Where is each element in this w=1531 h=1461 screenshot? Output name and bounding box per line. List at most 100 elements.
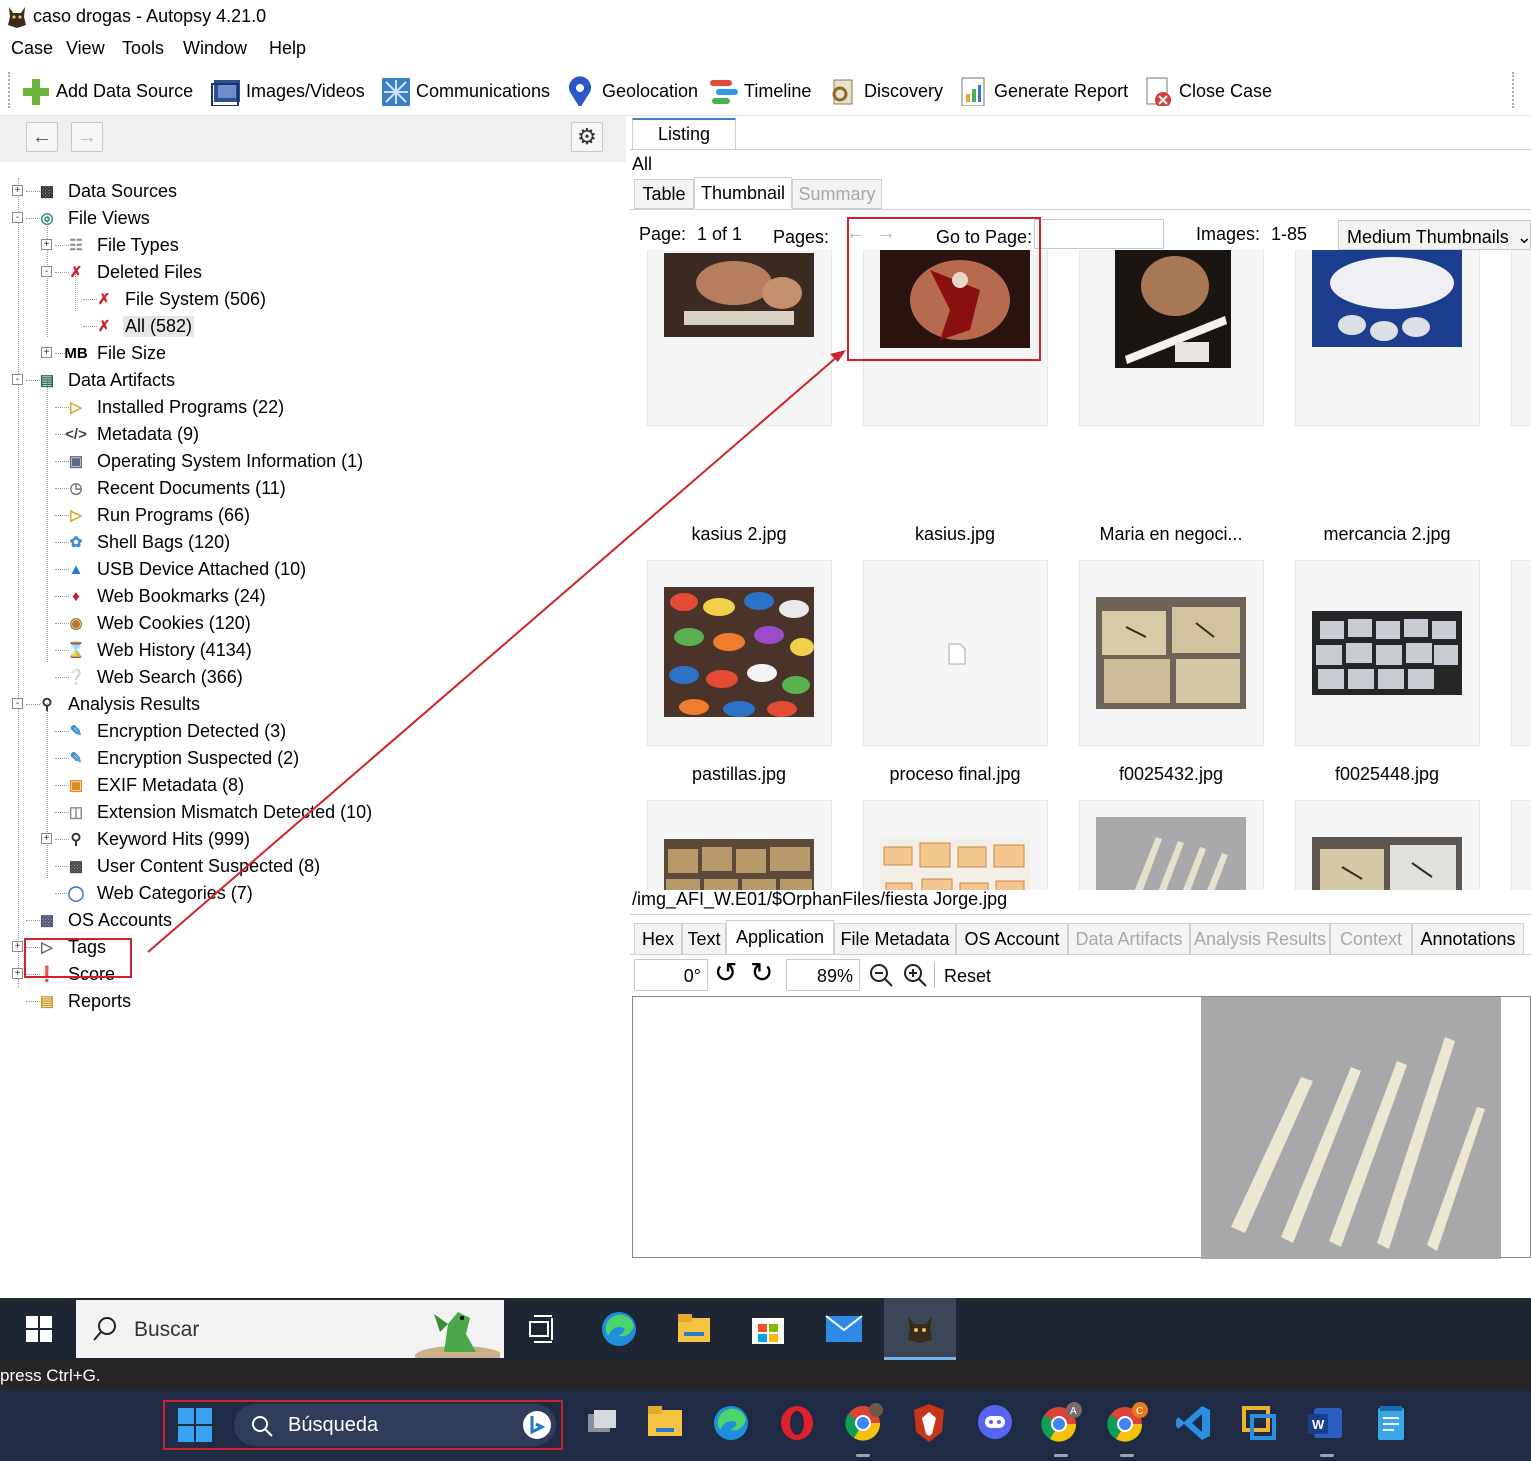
- communications-button[interactable]: Communications: [380, 74, 550, 108]
- notepad-icon[interactable]: [1374, 1404, 1408, 1442]
- windows11-start-icon[interactable]: [178, 1408, 212, 1442]
- tab-table[interactable]: Table: [634, 179, 694, 209]
- menu-case[interactable]: Case: [11, 38, 53, 59]
- thumbnail-cell[interactable]: [1511, 560, 1531, 746]
- tree-node[interactable]: ⌛ Web History (4134): [65, 637, 254, 663]
- tab-application[interactable]: Application: [726, 920, 834, 955]
- tree-node[interactable]: ✗ File System (506): [93, 286, 268, 312]
- add-data-source-button[interactable]: Add Data Source: [20, 74, 193, 108]
- images-videos-button[interactable]: Images/Videos: [210, 74, 365, 108]
- thumbnail-cell[interactable]: [1079, 560, 1264, 746]
- brave-icon[interactable]: [910, 1402, 948, 1444]
- tree-node[interactable]: ◉ Web Cookies (120): [65, 610, 253, 636]
- tree-node[interactable]: ▷ Run Programs (66): [65, 502, 252, 528]
- tree-node[interactable]: ▩ User Content Suspected (8): [65, 853, 322, 879]
- tree-expander[interactable]: +: [12, 968, 23, 979]
- tree-node[interactable]: ▩ Data Sources: [36, 178, 179, 204]
- thumbnail-cell[interactable]: [863, 800, 1048, 890]
- thumbnail-cell[interactable]: [1079, 800, 1264, 890]
- tree-node[interactable]: MB File Size: [64, 340, 168, 366]
- tree-node[interactable]: ◎ File Views: [36, 205, 152, 231]
- tree-expander[interactable]: +: [12, 185, 23, 196]
- back-button[interactable]: ←: [26, 122, 58, 152]
- generate-report-button[interactable]: Generate Report: [958, 74, 1128, 108]
- geolocation-button[interactable]: Geolocation: [566, 74, 698, 108]
- tree-expander[interactable]: -: [12, 374, 23, 385]
- win11-search-box[interactable]: Búsqueda: [234, 1404, 556, 1446]
- tree-node[interactable]: ⚲ Analysis Results: [36, 691, 202, 717]
- menu-tools[interactable]: Tools: [122, 38, 164, 59]
- tab-analysis-results[interactable]: Analysis Results: [1190, 923, 1330, 955]
- edge-icon[interactable]: [600, 1310, 638, 1348]
- tab-file-metadata[interactable]: File Metadata: [834, 923, 956, 955]
- tree-node[interactable]: ▷ Installed Programs (22): [65, 394, 286, 420]
- tree-expander[interactable]: +: [41, 347, 52, 358]
- settings-button[interactable]: ⚙: [571, 122, 603, 152]
- chrome-profile-a-icon[interactable]: A: [1040, 1402, 1082, 1444]
- tree-node[interactable]: ◯ Web Categories (7): [65, 880, 255, 906]
- zoom-out-icon[interactable]: [868, 962, 894, 988]
- forward-button[interactable]: →: [71, 122, 103, 152]
- thumbnail-cell[interactable]: [1295, 800, 1480, 890]
- reset-button[interactable]: Reset: [944, 966, 991, 987]
- tree-node[interactable]: ❔ Web Search (366): [65, 664, 245, 690]
- tree-node[interactable]: ✎ Encryption Detected (3): [65, 718, 288, 744]
- tree-node[interactable]: ▩ OS Accounts: [36, 907, 174, 933]
- splitter[interactable]: [630, 914, 1531, 915]
- tree-node[interactable]: ▲ USB Device Attached (10): [65, 556, 308, 582]
- tree-node[interactable]: ◷ Recent Documents (11): [65, 475, 288, 501]
- zoom-field[interactable]: 89%: [786, 959, 860, 991]
- tab-text[interactable]: Text: [682, 923, 726, 955]
- thumbnail-size-select[interactable]: Medium Thumbnails ⌄: [1338, 220, 1531, 250]
- vscode-icon[interactable]: [1174, 1404, 1212, 1442]
- tree-node[interactable]: </> Metadata (9): [65, 421, 201, 447]
- task-view-icon[interactable]: [528, 1314, 556, 1344]
- chrome-profile-icon[interactable]: [844, 1402, 884, 1442]
- thumbnail-cell[interactable]: [1079, 250, 1264, 426]
- file-explorer-icon[interactable]: [646, 1404, 684, 1438]
- opera-icon[interactable]: [778, 1404, 816, 1442]
- zoom-in-icon[interactable]: [902, 962, 928, 988]
- tree-expander[interactable]: +: [41, 239, 52, 250]
- tab-thumbnail[interactable]: Thumbnail: [694, 177, 792, 209]
- discovery-button[interactable]: Discovery: [828, 74, 943, 108]
- tree-node[interactable]: ⚲ Keyword Hits (999): [65, 826, 252, 852]
- tree-expander[interactable]: +: [41, 833, 52, 844]
- tree-node[interactable]: ✿ Shell Bags (120): [65, 529, 232, 555]
- microsoft-store-icon[interactable]: [750, 1310, 786, 1346]
- win10-search-box[interactable]: Buscar: [76, 1300, 504, 1358]
- window-manager-icon[interactable]: [1240, 1404, 1278, 1442]
- tree-node[interactable]: ▣ EXIF Metadata (8): [65, 772, 246, 798]
- menu-window[interactable]: Window: [183, 38, 247, 59]
- tree-node[interactable]: ✎ Encryption Suspected (2): [65, 745, 301, 771]
- chrome-profile-c-icon[interactable]: C: [1106, 1402, 1148, 1444]
- thumbnail-cell[interactable]: [863, 560, 1048, 746]
- timeline-button[interactable]: Timeline: [708, 74, 811, 108]
- tab-listing[interactable]: Listing: [632, 118, 736, 150]
- file-explorer-icon[interactable]: [676, 1312, 712, 1344]
- tab-os-account[interactable]: OS Account: [956, 923, 1068, 955]
- rotate-right-icon[interactable]: ↻: [750, 956, 773, 989]
- task-view-icon[interactable]: [584, 1406, 618, 1440]
- tree-node[interactable]: ♦ Web Bookmarks (24): [65, 583, 268, 609]
- edge-icon[interactable]: [712, 1404, 750, 1442]
- windows-start-icon[interactable]: [26, 1316, 52, 1342]
- menu-help[interactable]: Help: [269, 38, 306, 59]
- tree-expander[interactable]: +: [12, 941, 23, 952]
- thumbnail-cell[interactable]: [647, 800, 832, 890]
- thumbnail-cell[interactable]: [1295, 250, 1480, 426]
- tree-expander[interactable]: -: [12, 698, 23, 709]
- menu-view[interactable]: View: [66, 38, 105, 59]
- discord-icon[interactable]: [976, 1404, 1014, 1440]
- tab-data-artifacts[interactable]: Data Artifacts: [1068, 923, 1190, 955]
- thumbnail-cell[interactable]: [647, 250, 832, 426]
- tree-expander[interactable]: -: [12, 212, 23, 223]
- autopsy-taskbar-button[interactable]: [884, 1298, 956, 1360]
- tree-node[interactable]: ✗ All (582): [93, 313, 195, 339]
- goto-page-input[interactable]: [1034, 219, 1164, 249]
- thumbnail-cell[interactable]: [1295, 560, 1480, 746]
- thumbnail-cell[interactable]: [1511, 800, 1531, 890]
- tree-node[interactable]: ▤ Reports: [36, 988, 133, 1014]
- thumbnail-cell[interactable]: [1511, 250, 1531, 426]
- tree-node[interactable]: ◫ Extension Mismatch Detected (10): [65, 799, 374, 825]
